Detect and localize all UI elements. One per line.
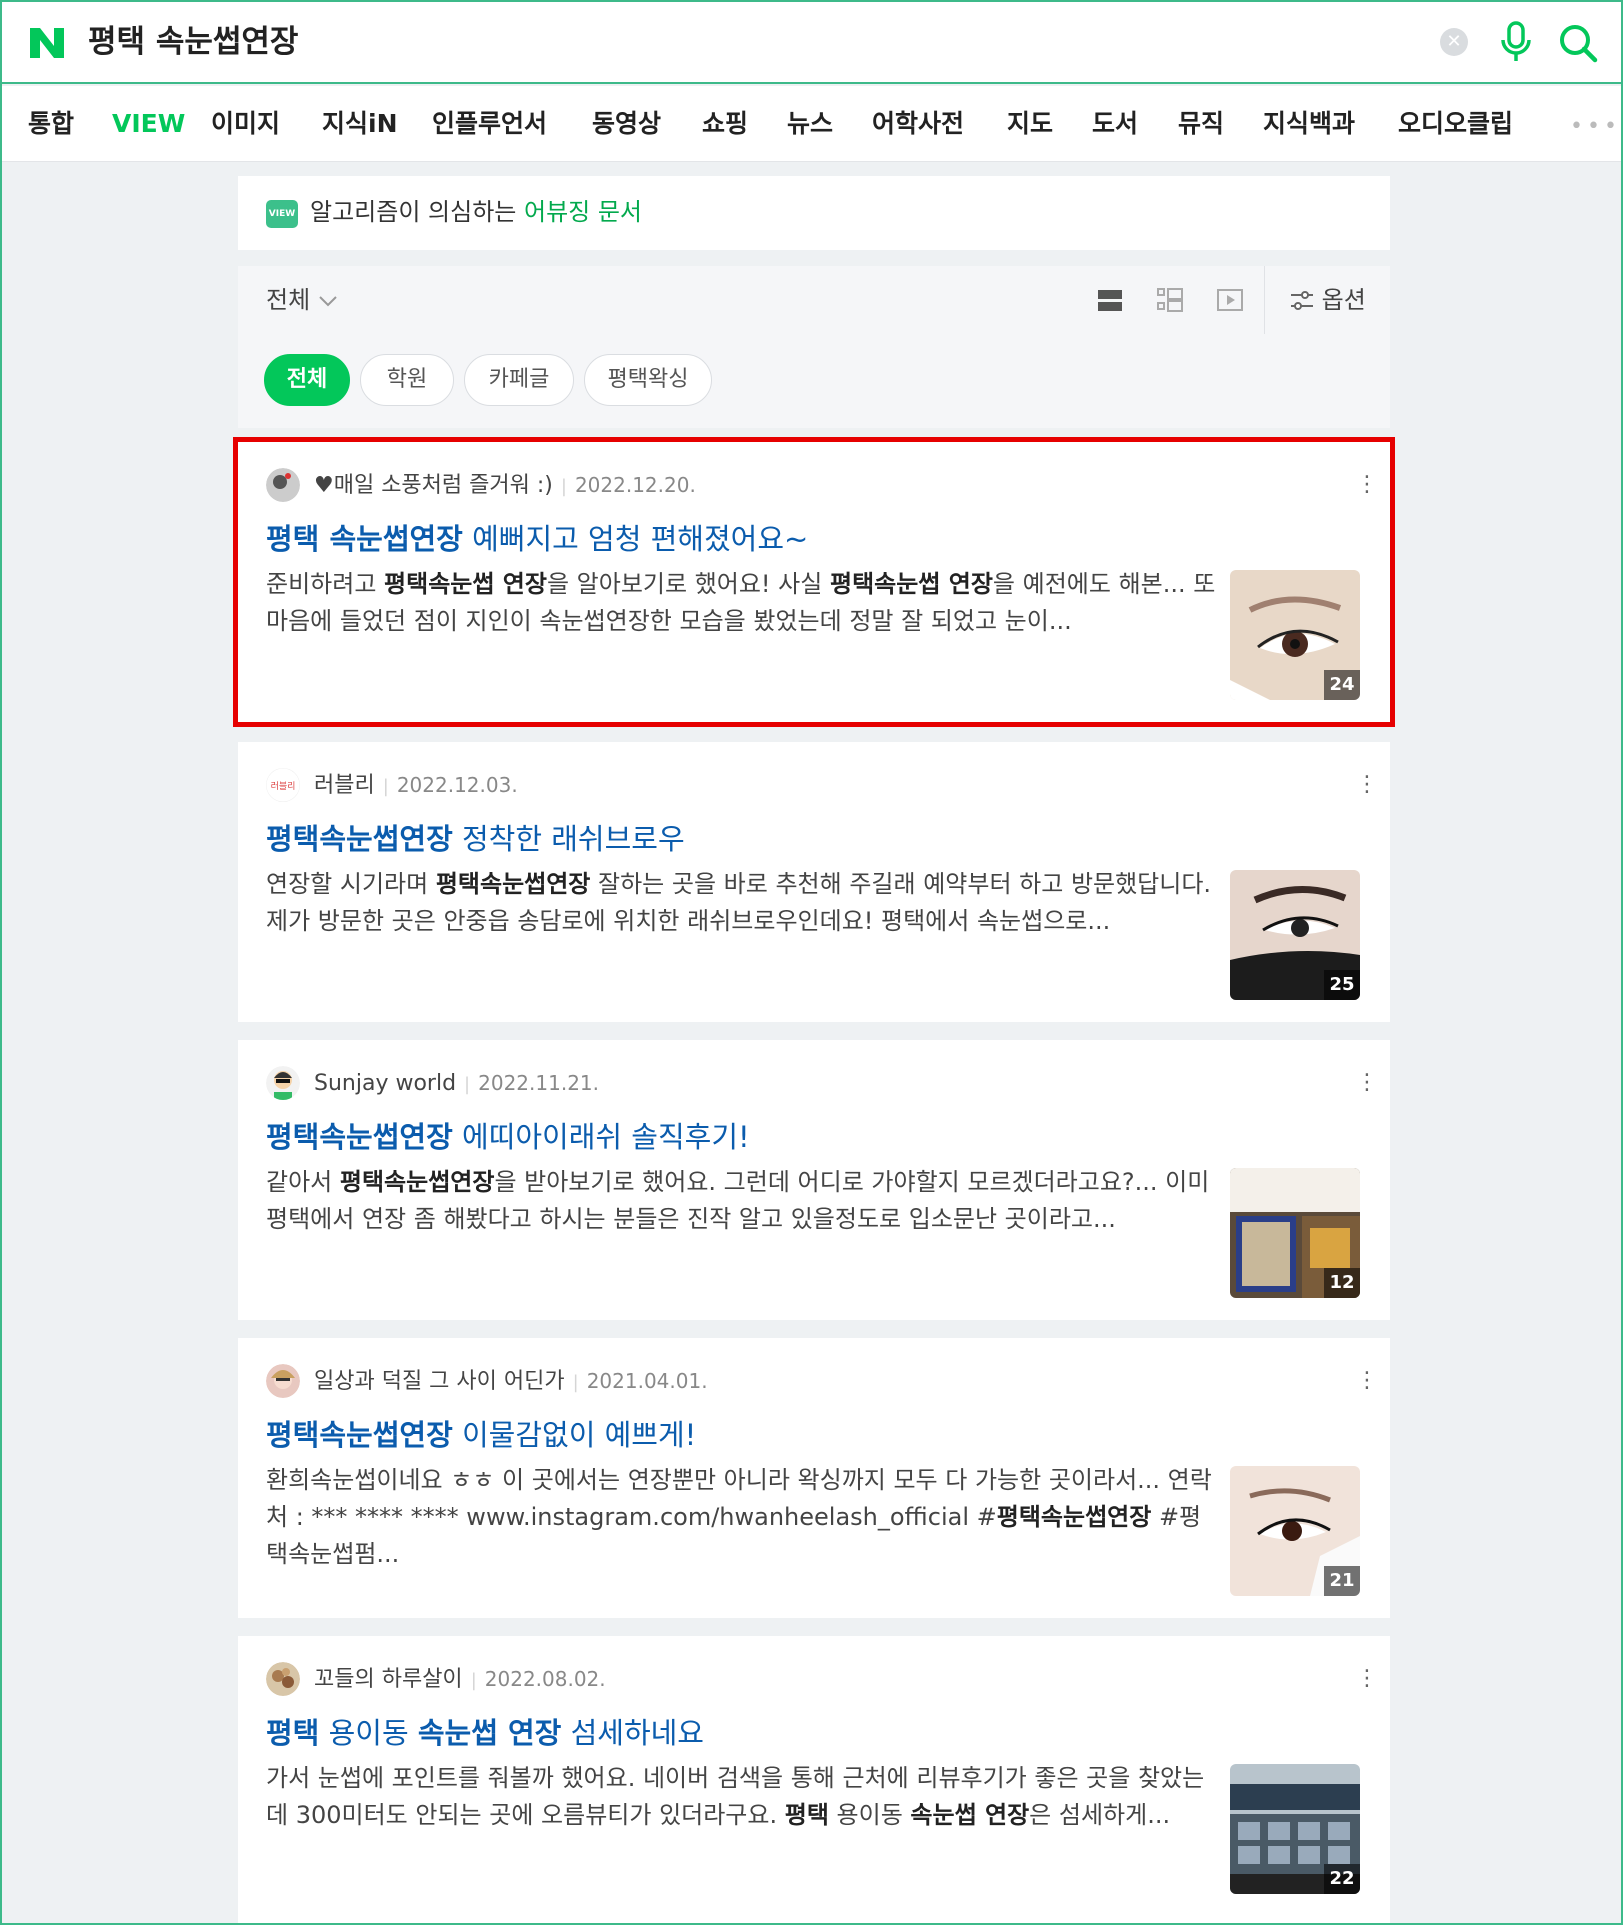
- post-date: 2021.04.01.: [586, 1369, 708, 1393]
- author-avatar[interactable]: 러블리: [266, 768, 300, 802]
- more-options-icon[interactable]: ⋮: [1356, 1068, 1378, 1098]
- microphone-icon[interactable]: [1498, 20, 1534, 64]
- result-description: 환희속눈썹이네요 ㅎㅎ 이 곳에서는 연장뿐만 아니라 왁싱까지 모두 다 가능…: [266, 1466, 1212, 1568]
- sort-dropdown[interactable]: 전체: [266, 282, 338, 318]
- more-options-icon[interactable]: ⋮: [1356, 770, 1378, 800]
- tab-knowledge-in[interactable]: 지식iN: [322, 106, 398, 142]
- author-avatar[interactable]: [266, 1066, 300, 1100]
- meta-separator: |: [464, 1074, 471, 1095]
- filter-panel: 전체 옵션 전체 학원 카페글 평택왁싱: [238, 266, 1390, 428]
- image-count-badge: 24: [1324, 670, 1360, 700]
- result-thumbnail[interactable]: 24: [1230, 570, 1360, 700]
- tab-images[interactable]: 이미지: [211, 106, 280, 142]
- meta-separator: |: [560, 476, 567, 497]
- result-title-link[interactable]: 평택속눈썹연장 이물감없이 예쁘게!: [266, 1414, 696, 1456]
- result-description: 같아서 평택속눈썹연장을 받아보기로 했어요. 그런데 어디로 가야할지 모르겠…: [266, 1168, 1210, 1233]
- clear-search-button[interactable]: ✕: [1440, 28, 1468, 56]
- naver-logo[interactable]: [28, 26, 66, 60]
- tab-integrated[interactable]: 통합: [28, 106, 74, 142]
- tab-audioclip[interactable]: 오디오클립: [1398, 106, 1513, 142]
- author-name[interactable]: ♥매일 소풍처럼 즐거워 :): [314, 473, 553, 498]
- result-title-link[interactable]: 평택속눈썹연장 에띠아이래쉬 솔직후기!: [266, 1116, 750, 1158]
- author-name[interactable]: 러블리: [314, 773, 375, 798]
- author-name[interactable]: 일상과 덕질 그 사이 어딘가: [314, 1369, 565, 1394]
- more-options-icon[interactable]: ⋮: [1356, 1664, 1378, 1694]
- chevron-down-icon: [319, 296, 337, 307]
- filter-chip-pyeongtaek-waxing[interactable]: 평택왁싱: [584, 354, 712, 406]
- result-card[interactable]: ♥매일 소풍처럼 즐거워 :) | 2022.12.20. ⋮ 평택 속눈썹연장 예…: [233, 437, 1395, 727]
- result-description: 준비하려고 평택속눈썹 연장을 알아보기로 했어요! 사실 평택속눈썹 연장을 …: [266, 570, 1216, 635]
- post-date: 2022.08.02.: [484, 1667, 606, 1691]
- more-options-icon[interactable]: ⋮: [1356, 1366, 1378, 1396]
- result-description: 연장할 시기라며 평택속눈썹연장 잘하는 곳을 바로 추천해 주길래 예약부터 …: [266, 870, 1212, 935]
- settings-sliders-icon: [1291, 291, 1313, 310]
- image-count-badge: 12: [1324, 1268, 1360, 1298]
- result-thumbnail[interactable]: 21: [1230, 1466, 1360, 1596]
- search-input[interactable]: 평택 속눈썹연장: [88, 18, 298, 66]
- search-icon[interactable]: [1557, 22, 1599, 64]
- meta-separator: |: [382, 776, 389, 797]
- svg-text:러블리: 러블리: [271, 781, 296, 792]
- tab-influencer[interactable]: 인플루언서: [432, 106, 547, 142]
- tab-shopping[interactable]: 쇼핑: [702, 106, 748, 142]
- author-avatar[interactable]: [266, 1364, 300, 1398]
- tab-video[interactable]: 동영상: [592, 106, 661, 142]
- search-tabs: 통합 VIEW 이미지 지식iN 인플루언서 동영상 쇼핑 뉴스 어학사전 지도…: [0, 86, 1623, 162]
- tab-music[interactable]: 뮤직: [1178, 106, 1224, 142]
- meta-separator: |: [470, 1670, 477, 1691]
- result-card[interactable]: 일상과 덕질 그 사이 어딘가 | 2021.04.01. ⋮ 평택속눈썹연장 이물…: [238, 1338, 1390, 1618]
- tab-books[interactable]: 도서: [1092, 106, 1138, 142]
- image-count-badge: 25: [1324, 970, 1360, 1000]
- post-date: 2022.11.21.: [478, 1071, 599, 1095]
- author-avatar[interactable]: [266, 468, 300, 502]
- tab-map[interactable]: 지도: [1007, 106, 1053, 142]
- meta-separator: |: [572, 1372, 579, 1393]
- post-date: 2022.12.03.: [396, 773, 518, 797]
- toolbar-divider: [1264, 266, 1265, 334]
- result-description: 가서 눈썹에 포인트를 줘볼까 했어요. 네이버 검색을 통해 근처에 리뷰후기…: [266, 1764, 1205, 1829]
- abuse-notice-text: 알고리즘이 의심하는 어뷰징 문서: [310, 198, 643, 226]
- more-options-icon[interactable]: ⋮: [1356, 470, 1378, 500]
- view-badge-icon: VIEW: [266, 200, 298, 228]
- video-view-icon[interactable]: [1216, 286, 1244, 314]
- tab-dictionary[interactable]: 어학사전: [872, 106, 964, 142]
- result-thumbnail[interactable]: 22: [1230, 1764, 1360, 1894]
- filter-chip-academy[interactable]: 학원: [360, 354, 454, 406]
- tab-news[interactable]: 뉴스: [787, 106, 833, 142]
- tab-encyclopedia[interactable]: 지식백과: [1263, 106, 1355, 142]
- result-thumbnail[interactable]: 12: [1230, 1168, 1360, 1298]
- tab-view[interactable]: VIEW: [112, 106, 185, 142]
- detail-view-icon[interactable]: [1156, 286, 1184, 314]
- search-header: 평택 속눈썹연장 ✕: [0, 0, 1623, 84]
- author-name[interactable]: Sunjay world: [314, 1071, 456, 1096]
- result-title-link[interactable]: 평택 속눈썹연장 예뻐지고 엄청 편해졌어요~: [266, 518, 808, 560]
- abuse-notice-bar: VIEW 알고리즘이 의심하는 어뷰징 문서: [238, 176, 1390, 250]
- result-title-link[interactable]: 평택 용이동 속눈썹 연장 섬세하네요: [266, 1712, 704, 1754]
- author-name[interactable]: 꼬들의 하루살이: [314, 1667, 463, 1692]
- more-tabs-button[interactable]: •••: [1570, 116, 1621, 138]
- result-card[interactable]: Sunjay world | 2022.11.21. ⋮ 평택속눈썹연장 에띠아이래…: [238, 1040, 1390, 1320]
- result-card[interactable]: 꼬들의 하루살이 | 2022.08.02. ⋮ 평택 용이동 속눈썹 연장 섬세하…: [238, 1636, 1390, 1925]
- result-thumbnail[interactable]: 25: [1230, 870, 1360, 1000]
- result-title-link[interactable]: 평택속눈썹연장 정착한 래쉬브로우: [266, 818, 685, 860]
- options-button[interactable]: 옵션: [1290, 282, 1366, 318]
- result-card[interactable]: 러블리 러블리 | 2022.12.03. ⋮ 평택속눈썹연장 정착한 래쉬브로우 …: [238, 742, 1390, 1022]
- image-count-badge: 22: [1324, 1864, 1360, 1894]
- post-date: 2022.12.20.: [574, 473, 696, 497]
- filter-chip-all[interactable]: 전체: [264, 354, 350, 406]
- author-avatar[interactable]: [266, 1662, 300, 1696]
- abuse-document-link[interactable]: 어뷰징 문서: [524, 198, 642, 226]
- image-count-badge: 21: [1324, 1566, 1360, 1596]
- list-view-icon[interactable]: [1096, 286, 1124, 314]
- filter-chip-cafe[interactable]: 카페글: [464, 354, 574, 406]
